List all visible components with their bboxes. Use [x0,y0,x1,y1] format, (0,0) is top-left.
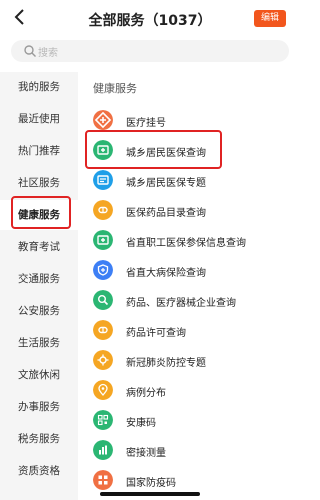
service-item-drug-license-query[interactable]: 药品许可查询 [93,320,293,342]
shield-icon [93,260,113,280]
service-label: 安康码 [126,418,156,429]
active-category-highlight [11,196,71,229]
virus-icon [93,350,113,370]
service-item-employee-insurance-query[interactable]: 省直职工医保参保信息查询 [93,230,293,252]
sidebar-item-popular[interactable]: 热门推荐 [0,136,78,166]
service-label: 新冠肺炎防控专题 [126,358,206,369]
service-label: 药品、医疗器械企业查询 [126,298,236,309]
section-title: 健康服务 [93,82,137,95]
sidebar-item-my-services[interactable]: 我的服务 [0,72,78,102]
service-label: 省直职工医保参保信息查询 [126,238,246,249]
service-label: 省直大病保险查询 [126,268,206,279]
sidebar-item-culture-travel[interactable]: 文旅休闲 [0,360,78,390]
sidebar-item-police[interactable]: 公安服务 [0,296,78,326]
category-sidebar: 我的服务 最近使用 热门推荐 社区服务 健康服务 教育考试 交通服务 公安服务 … [0,72,78,500]
hospital-icon [93,110,113,130]
search-bar[interactable]: 搜索 [11,40,289,62]
sidebar-item-life[interactable]: 生活服务 [0,328,78,358]
pill-icon [93,320,113,340]
search-icon [93,290,113,310]
service-item-medical-registration[interactable]: 医疗挂号 [93,110,293,132]
service-label: 病例分布 [126,388,166,399]
sidebar-item-transport[interactable]: 交通服务 [0,264,78,294]
medical-card-icon [93,170,113,190]
service-item-resident-insurance-topic[interactable]: 城乡居民医保专题 [93,170,293,192]
sidebar-item-tax[interactable]: 税务服务 [0,424,78,454]
search-placeholder: 搜索 [38,48,58,59]
location-icon [93,380,113,400]
service-item-critical-illness-query[interactable]: 省直大病保险查询 [93,260,293,282]
sidebar-item-education[interactable]: 教育考试 [0,232,78,262]
header-bar: 全部服务（1037） 编辑 [0,0,300,36]
service-label: 医疗挂号 [126,118,166,129]
service-label: 医保药品目录查询 [126,208,206,219]
service-label: 国家防疫码 [126,478,176,489]
service-label: 药品许可查询 [126,328,186,339]
service-item-national-epidemic-code[interactable]: 国家防疫码 [93,470,293,492]
edit-button[interactable]: 编辑 [254,10,286,27]
service-label: 城乡居民医保专题 [126,178,206,189]
medical-card-icon [93,230,113,250]
service-item-drug-catalog-query[interactable]: 医保药品目录查询 [93,200,293,222]
chart-icon [93,440,113,460]
sidebar-item-community[interactable]: 社区服务 [0,168,78,198]
sidebar-item-recent[interactable]: 最近使用 [0,104,78,134]
search-icon [24,45,36,57]
service-item-drug-device-company-query[interactable]: 药品、医疗器械企业查询 [93,290,293,312]
grid-icon [93,470,113,490]
service-item-covid-prevention-topic[interactable]: 新冠肺炎防控专题 [93,350,293,372]
service-item-case-distribution[interactable]: 病例分布 [93,380,293,402]
pill-icon [93,200,113,220]
service-item-close-contact-measure[interactable]: 密接测量 [93,440,293,462]
selected-service-highlight [85,130,222,169]
service-label: 密接测量 [126,448,166,459]
home-indicator[interactable] [100,492,200,496]
sidebar-item-qualification[interactable]: 资质资格 [0,456,78,486]
qr-code-icon [93,410,113,430]
sidebar-item-affairs[interactable]: 办事服务 [0,392,78,422]
service-item-ankang-code[interactable]: 安康码 [93,410,293,432]
